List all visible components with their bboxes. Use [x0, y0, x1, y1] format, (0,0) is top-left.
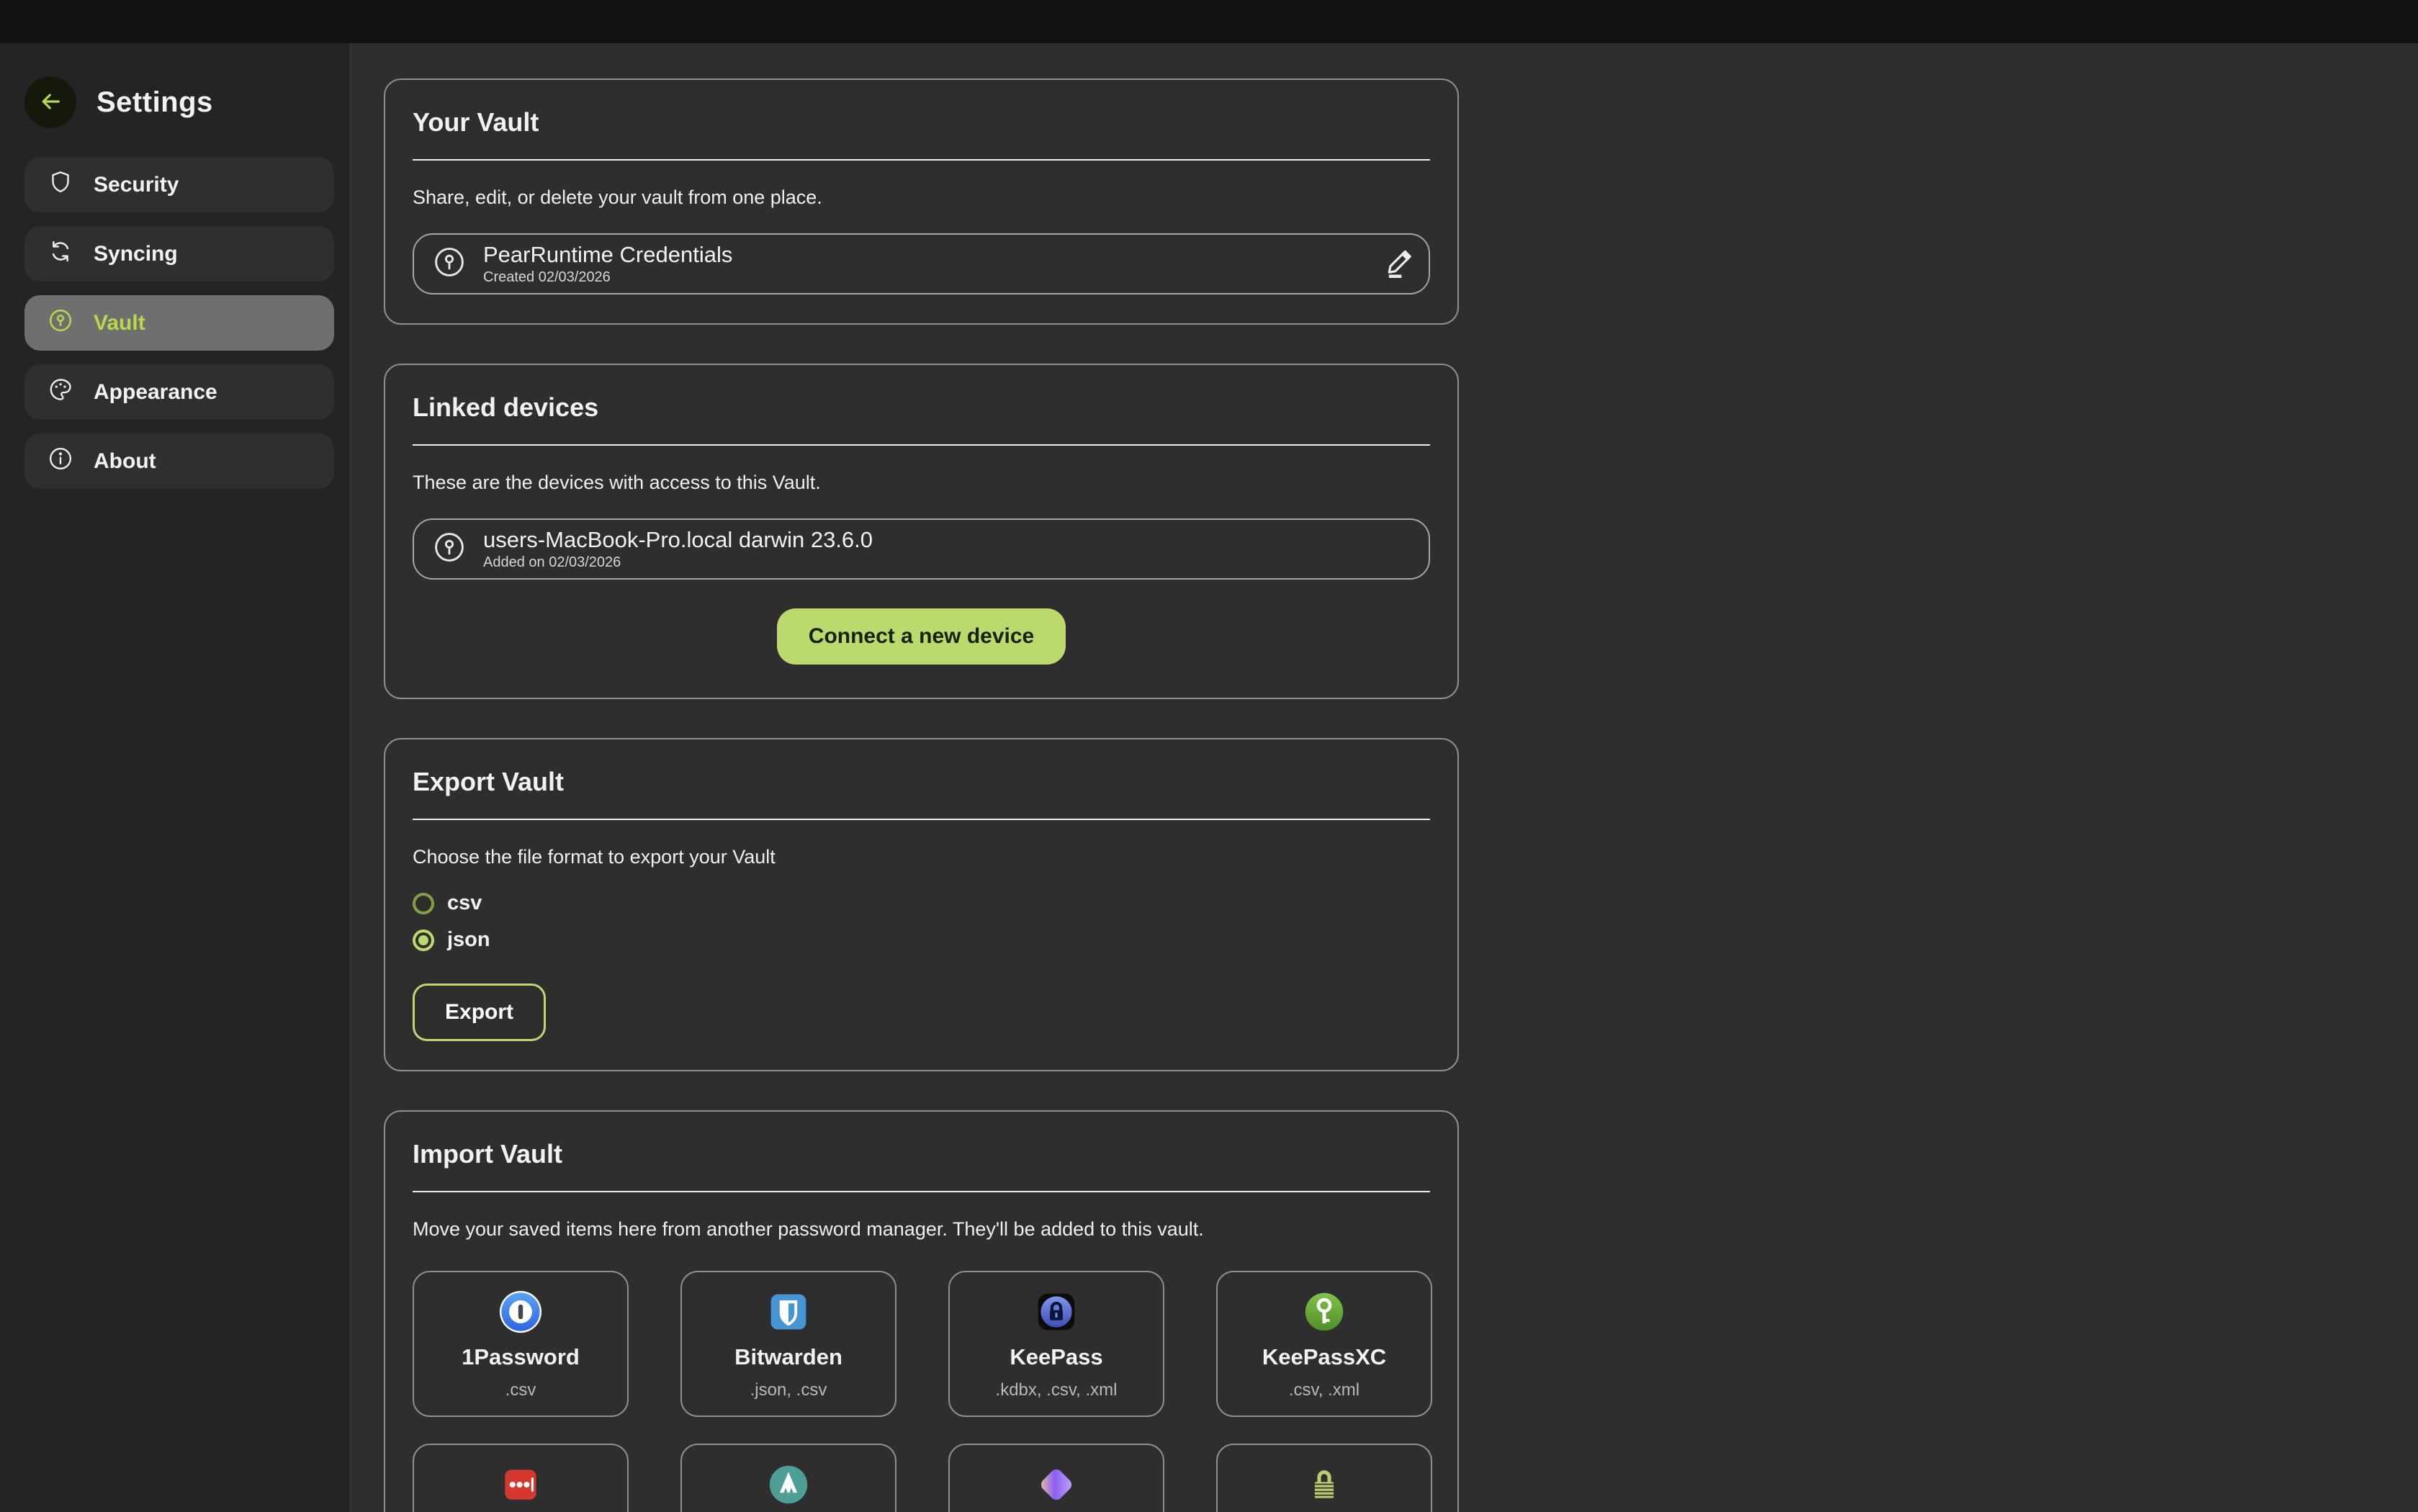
radio-json-label: json: [447, 928, 490, 952]
import-tile-1password[interactable]: 1Password .csv: [413, 1271, 629, 1417]
linked-device-item: users-MacBook-Pro.local darwin 23.6.0 Ad…: [413, 518, 1430, 580]
divider: [413, 819, 1430, 820]
window-top-bar: [0, 0, 2418, 43]
card-title: Linked devices: [413, 392, 1430, 423]
provider-name: KeePassXC: [1262, 1344, 1386, 1370]
sidebar-item-security[interactable]: Security: [24, 157, 334, 212]
import-tile-unencrypted-file[interactable]: Unencrypted file .json, .csv: [1216, 1444, 1432, 1512]
provider-formats: .csv, .xml: [1289, 1380, 1359, 1400]
sidebar-item-about[interactable]: About: [24, 433, 334, 489]
sidebar-item-syncing[interactable]: Syncing: [24, 226, 334, 282]
info-icon: [48, 446, 73, 477]
protonpass-icon: [1034, 1461, 1079, 1508]
bitwarden-icon: [767, 1288, 810, 1336]
card-description: These are the devices with access to thi…: [413, 472, 1430, 494]
sidebar-item-appearance[interactable]: Appearance: [24, 364, 334, 420]
provider-formats: .json, .csv: [750, 1380, 827, 1400]
device-name: users-MacBook-Pro.local darwin 23.6.0: [483, 527, 873, 553]
import-vault-card: Import Vault Move your saved items here …: [384, 1110, 1459, 1512]
provider-name: 1Password: [462, 1344, 580, 1370]
export-button[interactable]: Export: [413, 984, 546, 1041]
your-vault-card: Your Vault Share, edit, or delete your v…: [384, 78, 1459, 325]
card-title: Import Vault: [413, 1139, 1430, 1169]
sidebar-item-label: Syncing: [94, 242, 178, 266]
import-tile-bitwarden[interactable]: Bitwarden .json, .csv: [680, 1271, 896, 1417]
page-title: Settings: [96, 86, 213, 119]
settings-sidebar: Settings Security Syncing: [0, 43, 351, 1512]
vault-list-item: PearRuntime Credentials Created 02/03/20…: [413, 233, 1430, 294]
provider-formats: .kdbx, .csv, .xml: [996, 1380, 1118, 1400]
provider-name: KeePass: [1010, 1344, 1102, 1370]
keepass-icon: [1035, 1288, 1078, 1336]
import-tile-protonpass[interactable]: Proton Pass .csv, .json: [948, 1444, 1164, 1512]
linked-devices-card: Linked devices These are the devices wit…: [384, 364, 1459, 699]
import-provider-grid: 1Password .csv Bitwarden .json, .csv: [413, 1271, 1430, 1512]
radio-json-icon[interactable]: [413, 930, 434, 951]
card-description: Move your saved items here from another …: [413, 1218, 1430, 1241]
card-title: Export Vault: [413, 767, 1430, 797]
divider: [413, 1191, 1430, 1192]
lastpass-icon: [499, 1461, 542, 1508]
sidebar-item-label: Vault: [94, 311, 145, 336]
vault-created-date: Created 02/03/2026: [483, 269, 732, 286]
radio-option-csv[interactable]: csv: [413, 891, 1430, 915]
sidebar-item-vault[interactable]: Vault: [24, 295, 334, 351]
nordpass-icon: [767, 1461, 810, 1508]
vault-name: PearRuntime Credentials: [483, 242, 732, 268]
radio-csv-label: csv: [447, 891, 482, 915]
divider: [413, 159, 1430, 161]
provider-name: Bitwarden: [734, 1344, 842, 1370]
radio-csv-icon[interactable]: [413, 893, 434, 914]
radio-option-json[interactable]: json: [413, 928, 1430, 952]
vault-key-icon: [433, 246, 466, 282]
import-tile-nordpass[interactable]: NordPass .csv: [680, 1444, 896, 1512]
card-description: Share, edit, or delete your vault from o…: [413, 186, 1430, 209]
back-button[interactable]: [24, 76, 76, 128]
device-added-date: Added on 02/03/2026: [483, 554, 873, 571]
sidebar-item-label: Appearance: [94, 380, 217, 405]
connect-new-device-button[interactable]: Connect a new device: [777, 608, 1066, 665]
palette-icon: [48, 377, 73, 408]
provider-formats: .csv: [505, 1380, 536, 1400]
import-tile-lastpass[interactable]: LastPass .csv: [413, 1444, 629, 1512]
card-title: Your Vault: [413, 107, 1430, 138]
onepassword-icon: [498, 1288, 543, 1336]
sidebar-item-label: Security: [94, 173, 179, 197]
unencrypted-file-icon: [1303, 1461, 1346, 1508]
edit-vault-button[interactable]: [1381, 245, 1417, 283]
pencil-edit-icon: [1381, 245, 1417, 283]
shield-icon: [48, 169, 73, 201]
device-key-icon: [433, 531, 466, 567]
back-arrow-icon: [37, 89, 63, 117]
divider: [413, 444, 1430, 446]
sidebar-item-label: About: [94, 449, 156, 474]
card-description: Choose the file format to export your Va…: [413, 846, 1430, 868]
import-tile-keepass[interactable]: KeePass .kdbx, .csv, .xml: [948, 1271, 1164, 1417]
settings-main-panel: Your Vault Share, edit, or delete your v…: [351, 43, 2418, 1512]
import-tile-keepassxc[interactable]: KeePassXC .csv, .xml: [1216, 1271, 1432, 1417]
export-vault-card: Export Vault Choose the file format to e…: [384, 738, 1459, 1071]
keepassxc-icon: [1303, 1288, 1346, 1336]
sync-icon: [48, 238, 73, 270]
vault-icon: [48, 307, 73, 339]
